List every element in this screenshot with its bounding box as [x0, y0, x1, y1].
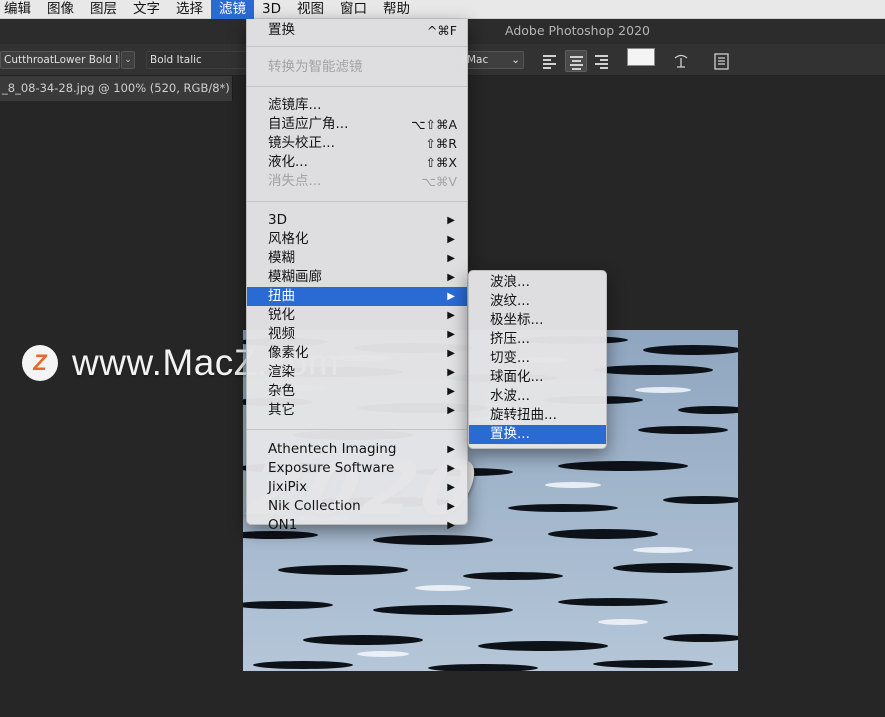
submenu-item-spherize[interactable]: 球面化... [469, 368, 606, 387]
font-family-select[interactable]: CutthroatLower Bold It... [0, 51, 120, 69]
menu-select[interactable]: 选择 [168, 0, 211, 19]
menubar: 编辑 图像 图层 文字 选择 滤镜 3D 视图 窗口 帮助 [0, 0, 885, 19]
shortcut-label: ⇧⌘R [425, 136, 457, 151]
menu-item-exposure-software[interactable]: Exposure Software ▶ [247, 459, 467, 478]
submenu-arrow-icon: ▶ [447, 348, 455, 359]
menu-3d[interactable]: 3D [254, 0, 289, 19]
submenu-arrow-icon: ▶ [447, 405, 455, 416]
warp-text-button[interactable] [670, 50, 692, 72]
menu-item-noise[interactable]: 杂色 ▶ [247, 382, 467, 401]
submenu-item-zigzag[interactable]: 水波... [469, 387, 606, 406]
document-tab[interactable]: _8_08-34-28.jpg @ 100% (520, RGB/8*) * [0, 76, 233, 101]
watermark-logo-icon: Z [22, 345, 58, 381]
text-color-swatch[interactable] [627, 48, 655, 66]
menu-item-render[interactable]: 渲染 ▶ [247, 363, 467, 382]
menu-item-nik-collection[interactable]: Nik Collection ▶ [247, 497, 467, 516]
menu-item-on1[interactable]: ON1 ▶ [247, 516, 467, 535]
menu-item-jixipix[interactable]: JixiPix ▶ [247, 478, 467, 497]
menu-item-pixelate[interactable]: 像素化 ▶ [247, 344, 467, 363]
menu-view[interactable]: 视图 [289, 0, 332, 19]
submenu-arrow-icon: ▶ [447, 463, 455, 474]
menu-item-other[interactable]: 其它 ▶ [247, 401, 467, 420]
menu-item-adaptive-wide-angle[interactable]: 自适应广角... ⌥⇧⌘A [247, 115, 467, 134]
menu-item-blur-gallery[interactable]: 模糊画廊 ▶ [247, 268, 467, 287]
submenu-item-displace[interactable]: 置换... [469, 425, 606, 444]
menu-edit[interactable]: 编辑 [0, 0, 39, 19]
align-left-button[interactable] [539, 50, 561, 72]
menu-separator [247, 86, 467, 87]
submenu-arrow-icon: ▶ [447, 291, 455, 302]
submenu-arrow-icon: ▶ [447, 501, 455, 512]
submenu-item-twirl[interactable]: 旋转扭曲... [469, 406, 606, 425]
submenu-arrow-icon: ▶ [447, 482, 455, 493]
submenu-item-polar-coordinates[interactable]: 极坐标... [469, 311, 606, 330]
antialias-value: Mac [467, 54, 489, 66]
filter-menu: 置换 ^⌘F 转换为智能滤镜 滤镜库... 自适应广角... ⌥⇧⌘A 镜头校正..… [246, 19, 468, 533]
submenu-arrow-icon: ▶ [447, 310, 455, 321]
menu-item-distort[interactable]: 扭曲 ▶ [247, 287, 467, 306]
submenu-arrow-icon: ▶ [447, 329, 455, 340]
shortcut-label: ^⌘F [426, 23, 457, 38]
menu-filter[interactable]: 滤镜 [211, 0, 254, 19]
menu-separator [247, 46, 467, 47]
menu-item-blur[interactable]: 模糊 ▶ [247, 249, 467, 268]
submenu-arrow-icon: ▶ [447, 367, 455, 378]
menu-item-liquify[interactable]: 液化... ⇧⌘X [247, 153, 467, 172]
submenu-arrow-icon: ▶ [447, 386, 455, 397]
submenu-arrow-icon: ▶ [447, 444, 455, 455]
submenu-arrow-icon: ▶ [447, 520, 455, 531]
menu-help[interactable]: 帮助 [375, 0, 418, 19]
menu-item-vanishing-point: 消失点... ⌥⌘V [268, 173, 457, 189]
menu-separator [247, 201, 467, 202]
align-center-button[interactable] [565, 50, 587, 72]
menu-layer[interactable]: 图层 [82, 0, 125, 19]
menu-item-filter-gallery[interactable]: 滤镜库... [247, 96, 467, 115]
character-panel-button[interactable] [710, 50, 732, 72]
font-family-chevron-icon[interactable]: ⌄ [121, 51, 135, 69]
submenu-item-pinch[interactable]: 挤压... [469, 330, 606, 349]
submenu-item-wave[interactable]: 波浪... [469, 273, 606, 292]
distort-submenu: 波浪... 波纹... 极坐标... 挤压... 切变... 球面化... 水波… [468, 270, 607, 449]
shortcut-label: ⌥⌘V [421, 174, 457, 189]
menu-window[interactable]: 窗口 [332, 0, 375, 19]
menu-item-athentech-imaging[interactable]: Athentech Imaging ▶ [247, 440, 467, 459]
submenu-arrow-icon: ▶ [447, 253, 455, 264]
panel-icon [714, 53, 729, 70]
menu-image[interactable]: 图像 [39, 0, 82, 19]
warp-text-icon [674, 54, 688, 68]
chevron-down-icon: ⌄ [511, 54, 520, 66]
menu-type[interactable]: 文字 [125, 0, 168, 19]
shortcut-label: ⇧⌘X [425, 155, 457, 170]
menu-item-last-filter[interactable]: 置换 ^⌘F [247, 21, 467, 40]
submenu-item-ripple[interactable]: 波纹... [469, 292, 606, 311]
submenu-arrow-icon: ▶ [447, 215, 455, 226]
antialias-select[interactable]: Mac ⌄ [462, 51, 524, 69]
menu-item-video[interactable]: 视频 ▶ [247, 325, 467, 344]
menu-item-3d[interactable]: 3D ▶ [247, 211, 467, 230]
menu-item-lens-correction[interactable]: 镜头校正... ⇧⌘R [247, 134, 467, 153]
submenu-arrow-icon: ▶ [447, 234, 455, 245]
submenu-item-shear[interactable]: 切变... [469, 349, 606, 368]
align-right-button[interactable] [591, 50, 613, 72]
submenu-arrow-icon: ▶ [447, 272, 455, 283]
shortcut-label: ⌥⇧⌘A [411, 117, 457, 132]
menu-item-sharpen[interactable]: 锐化 ▶ [247, 306, 467, 325]
menu-separator [247, 429, 467, 430]
menu-item-stylize[interactable]: 风格化 ▶ [247, 230, 467, 249]
menu-item-convert-smart-filter: 转换为智能滤镜 [268, 59, 363, 75]
